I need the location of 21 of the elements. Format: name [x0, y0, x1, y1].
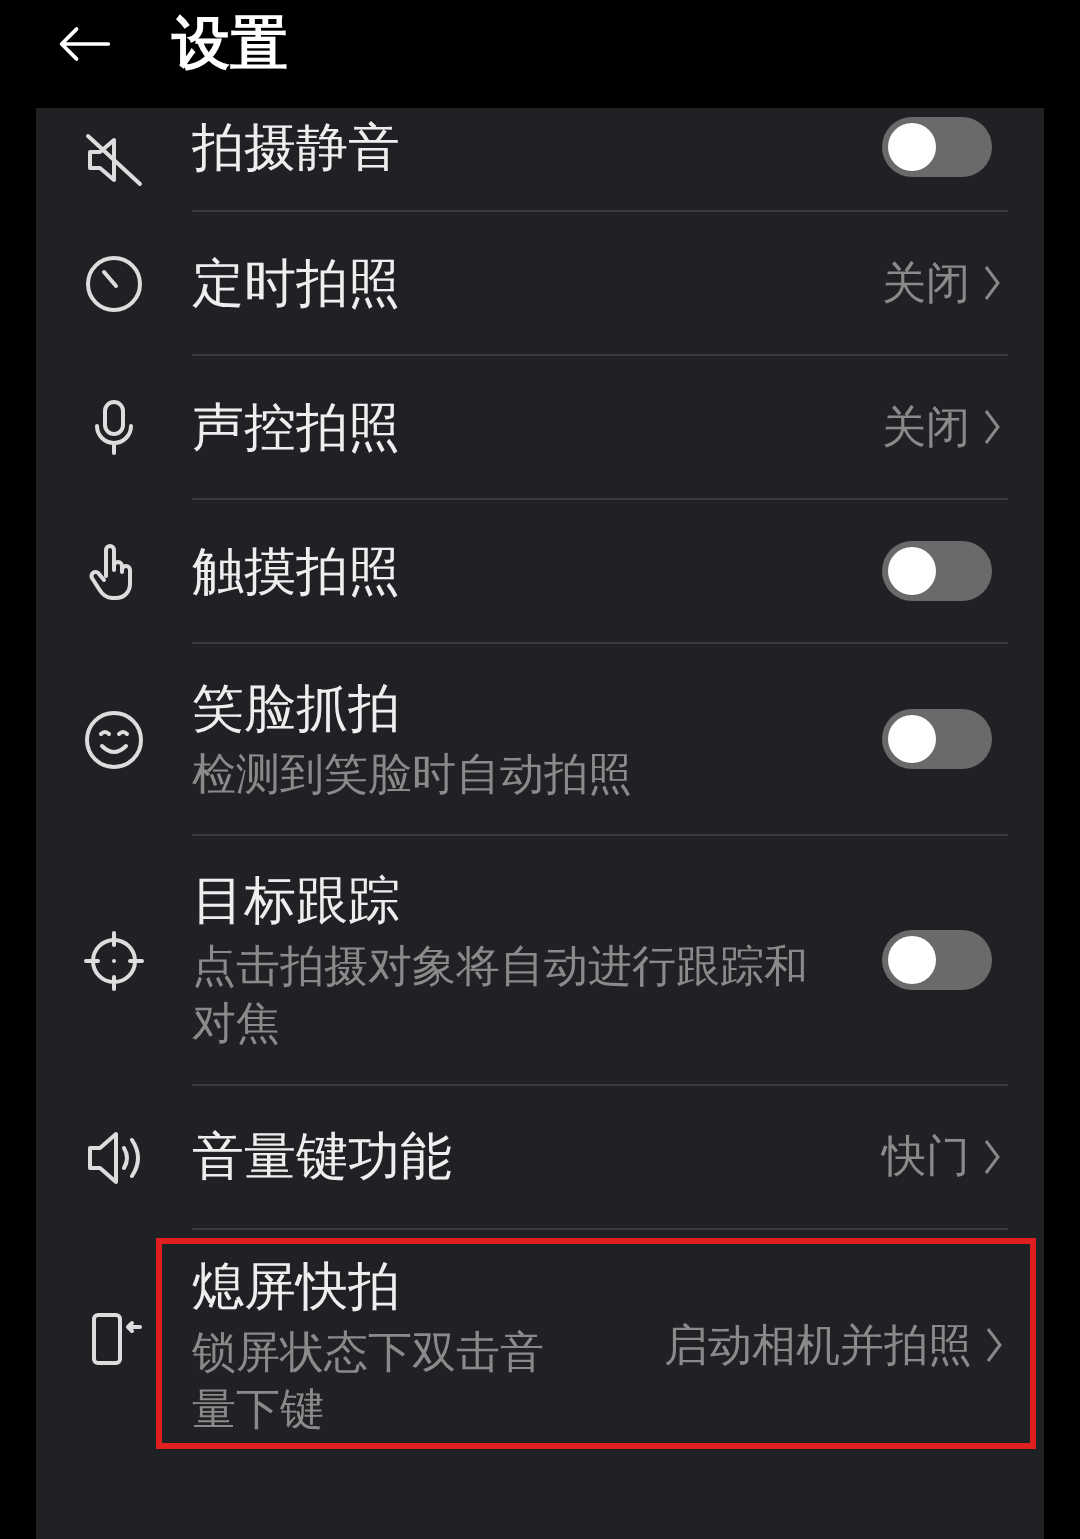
toggle-switch[interactable]	[882, 541, 992, 601]
setting-title: 声控拍照	[192, 395, 401, 459]
setting-title: 定时拍照	[192, 251, 401, 315]
timer-icon	[84, 254, 144, 314]
setting-value: 关闭	[882, 399, 970, 454]
page-title: 设置	[172, 8, 288, 79]
target-icon	[84, 930, 144, 991]
setting-description: 检测到笑脸时自动拍照	[192, 747, 633, 801]
toggle-switch[interactable]	[882, 117, 992, 177]
setting-title: 笑脸抓拍	[192, 677, 401, 740]
setting-title: 拍摄静音	[192, 115, 401, 179]
setting-value: 关闭	[882, 255, 970, 310]
setting-title: 音量键功能	[192, 1125, 453, 1189]
setting-title: 触摸拍照	[192, 539, 401, 603]
setting-title: 熄屏快拍	[192, 1254, 401, 1318]
smiley-icon	[84, 710, 144, 771]
setting-description: 点击拍摄对象将自动进行跟踪和对焦	[192, 939, 809, 1051]
setting-title: 目标跟踪	[192, 869, 401, 933]
setting-value: 快门	[882, 1129, 970, 1184]
setting-description: 锁屏状态下双击音量下键	[192, 1324, 545, 1436]
setting-value: 启动相机并拍照	[664, 1317, 972, 1372]
